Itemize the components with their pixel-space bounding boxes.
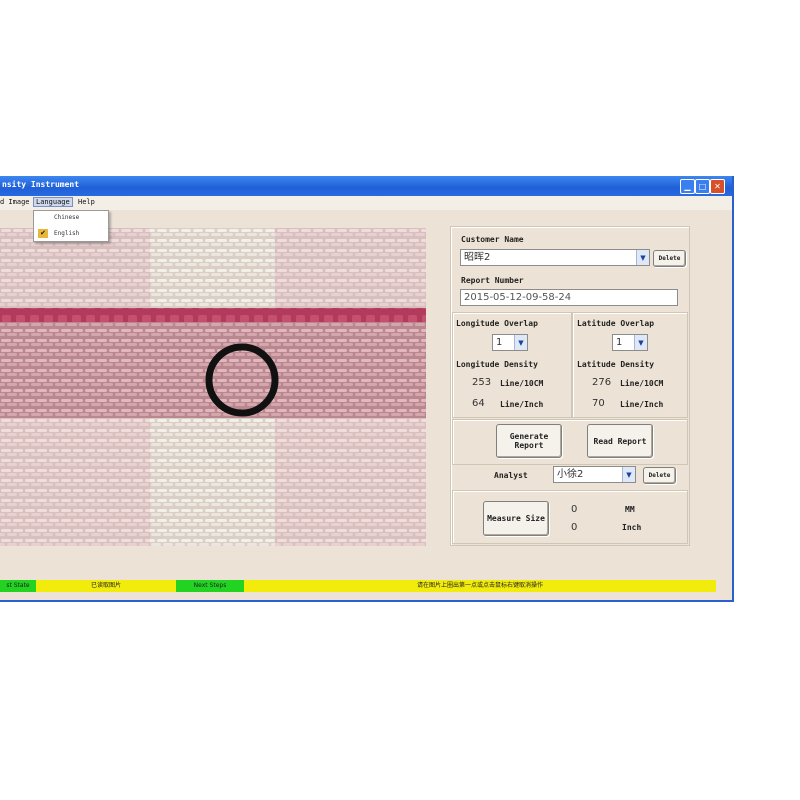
longitude-overlap-label: Longitude Overlap [456,319,538,328]
generate-report-button[interactable]: Generate Report [496,424,562,458]
measure-mm-value: 0 [571,504,578,515]
longitude-per-inch-unit: Line/Inch [500,400,544,409]
language-option-chinese[interactable]: Chinese [54,214,79,221]
chevron-down-icon[interactable]: ▼ [634,335,647,350]
latitude-per-10cm-value: 276 [592,377,612,388]
check-icon: ✔ [38,229,48,238]
status-bar: st State 已读取图片 Next Steps 请在图片上圈出第一点或点击鼠… [0,580,716,592]
menu-language[interactable]: Language [33,197,73,207]
measure-inch-unit: Inch [622,523,642,532]
measure-mm-unit: MM [625,505,635,514]
report-number-field[interactable]: 2015-05-12-09-58-24 [460,289,678,306]
longitude-per-inch-value: 64 [472,398,485,409]
menu-bar: d Image Language Help [0,196,732,210]
analyst-select[interactable]: 小徐2 ▼ [553,466,636,483]
status-next-steps: Next Steps [176,580,244,592]
read-report-button[interactable]: Read Report [587,424,653,458]
customer-name-select[interactable]: 昭晖2 ▼ [460,249,650,266]
control-panel: Customer Name 昭晖2 ▼ Delete Report Number… [450,226,690,546]
close-icon[interactable]: ✕ [710,179,725,194]
menu-image[interactable]: d Image [0,198,30,206]
status-message: 已读取图片 [36,580,176,592]
language-dropdown: Chinese ✔ English [33,210,109,242]
minimize-icon[interactable]: ▁ [680,179,695,194]
chevron-down-icon[interactable]: ▼ [514,335,527,350]
customer-name-value: 昭晖2 [464,252,491,263]
analyst-label: Analyst [494,471,528,480]
longitude-overlap-value: 1 [496,337,503,348]
longitude-per-10cm-value: 253 [472,377,492,388]
chevron-down-icon[interactable]: ▼ [636,250,649,265]
analyst-value: 小徐2 [557,469,584,480]
chevron-down-icon[interactable]: ▼ [622,467,635,482]
latitude-overlap-value: 1 [616,337,623,348]
latitude-density-label: Latitude Density [577,360,655,369]
status-state: st State [0,580,36,592]
customer-name-label: Customer Name [461,235,524,244]
title-bar[interactable]: nsity Instrument ▁ □ ✕ [0,176,732,196]
window-title: nsity Instrument [2,180,80,189]
fabric-image[interactable] [0,228,426,546]
longitude-overlap-select[interactable]: 1 ▼ [492,334,528,351]
language-option-english[interactable]: English [54,230,79,237]
app-window: nsity Instrument ▁ □ ✕ d Image Language … [0,176,734,602]
latitude-per-inch-unit: Line/Inch [620,400,664,409]
delete-analyst-button[interactable]: Delete [643,467,676,484]
menu-help[interactable]: Help [78,198,95,206]
longitude-density-label: Longitude Density [456,360,538,369]
longitude-per-10cm-unit: Line/10CM [500,379,544,388]
measure-inch-value: 0 [571,522,578,533]
latitude-overlap-label: Latitude Overlap [577,319,655,328]
latitude-per-inch-value: 70 [592,398,605,409]
delete-customer-button[interactable]: Delete [653,250,686,267]
latitude-overlap-select[interactable]: 1 ▼ [612,334,648,351]
latitude-per-10cm-unit: Line/10CM [620,379,664,388]
fabric-photo [0,228,426,546]
measure-size-button[interactable]: Measure Size [483,501,549,536]
maximize-icon[interactable]: □ [695,179,710,194]
report-number-label: Report Number [461,276,524,285]
status-instruction: 请在图片上圈出第一点或点击鼠标右键取消操作 [244,580,716,592]
